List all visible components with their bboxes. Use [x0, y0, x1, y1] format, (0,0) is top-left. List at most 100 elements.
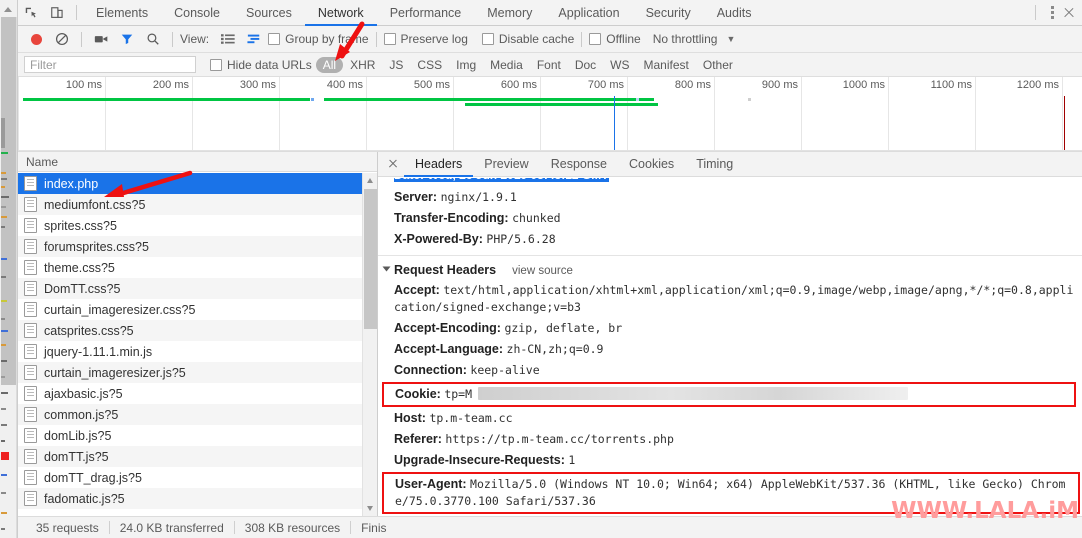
page-scrollbar[interactable] [0, 0, 17, 538]
type-filter-other[interactable]: Other [696, 57, 740, 73]
close-detail-icon[interactable] [382, 153, 404, 175]
request-row[interactable]: catsprites.css?5 [18, 320, 377, 341]
type-filter-font[interactable]: Font [530, 57, 568, 73]
kebab-menu-icon[interactable] [1044, 4, 1060, 22]
request-row[interactable]: sprites.css?5 [18, 215, 377, 236]
tab-security[interactable]: Security [633, 0, 704, 26]
group-by-frame-box[interactable] [268, 33, 281, 45]
tabbar-right-controls [1027, 0, 1082, 26]
scroll-up-arrow-icon[interactable] [363, 173, 378, 188]
network-split: Name index.php mediumfont.css?5 sprites.… [18, 152, 1082, 516]
list-view-icon[interactable] [216, 28, 240, 50]
tab-response[interactable]: Response [540, 152, 618, 177]
overview-tick-200ms: 200 ms [152, 79, 189, 91]
type-filter-img[interactable]: Img [449, 57, 483, 73]
detail-tabbar: Headers Preview Response Cookies Timing [378, 152, 1082, 177]
request-row[interactable]: mediumfont.css?5 [18, 194, 377, 215]
request-row[interactable]: curtain_imageresizer.css?5 [18, 299, 377, 320]
type-filter-doc[interactable]: Doc [568, 57, 603, 73]
request-name: curtain_imageresizer.css?5 [44, 302, 196, 317]
request-row[interactable]: ajaxbasic.js?5 [18, 383, 377, 404]
request-row-index-php[interactable]: index.php [18, 173, 377, 194]
disable-cache-box[interactable] [481, 33, 494, 45]
overview-tick-700ms: 700 ms [587, 79, 624, 91]
type-filter-all[interactable]: All [315, 56, 344, 73]
tab-timing[interactable]: Timing [685, 152, 744, 177]
filter-input[interactable] [24, 56, 196, 73]
request-row[interactable]: theme.css?5 [18, 257, 377, 278]
request-list-scrollbar[interactable] [362, 173, 377, 516]
clear-button[interactable] [50, 28, 74, 50]
type-filter-ws[interactable]: WS [603, 57, 636, 73]
search-icon[interactable] [141, 28, 165, 50]
load-event-marker [1064, 96, 1065, 151]
request-row[interactable]: common.js?5 [18, 404, 377, 425]
request-detail-pane: Headers Preview Response Cookies Timing … [378, 152, 1082, 516]
request-row[interactable]: fadomatic.js?5 [18, 488, 377, 509]
header-key: Host: [394, 411, 426, 425]
tab-preview[interactable]: Preview [473, 152, 539, 177]
devtools-panel: Elements Console Sources Network Perform… [17, 0, 1082, 538]
tab-cookies[interactable]: Cookies [618, 152, 685, 177]
group-by-frame-checkbox[interactable]: Group by frame [268, 32, 369, 46]
waterfall-view-icon[interactable] [242, 28, 266, 50]
request-row[interactable]: jquery-1.11.1.min.js [18, 341, 377, 362]
tab-headers[interactable]: Headers [404, 152, 474, 177]
request-headers-section[interactable]: Request Headers view source [378, 260, 1082, 280]
filter-funnel-icon[interactable] [115, 28, 139, 50]
header-key: Referer: [394, 432, 442, 446]
overview-bar-2 [324, 98, 654, 101]
offline-box[interactable] [589, 33, 602, 45]
hide-data-urls-box[interactable] [210, 58, 222, 71]
offline-checkbox[interactable]: Offline [589, 32, 641, 46]
request-row[interactable]: domTT_drag.js?5 [18, 467, 377, 488]
type-filter-xhr[interactable]: XHR [343, 57, 382, 73]
tab-network[interactable]: Network [304, 0, 377, 26]
chevron-down-icon[interactable] [382, 266, 391, 272]
request-list-header[interactable]: Name [18, 152, 377, 172]
request-rows[interactable]: index.php mediumfont.css?5 sprites.css?5… [18, 173, 377, 516]
request-list-pane: Name index.php mediumfont.css?5 sprites.… [18, 152, 378, 516]
preserve-log-checkbox[interactable]: Preserve log [383, 32, 468, 46]
network-filter-bar: Hide data URLs All XHR JS CSS Img Media … [18, 53, 1082, 77]
tab-sources[interactable]: Sources [233, 0, 305, 26]
close-icon[interactable] [1060, 4, 1078, 22]
header-value: tp.m-team.cc [429, 411, 513, 425]
headers-content[interactable]: Date: Wed, 26 Jun 2019 03:43:12 GMT Serv… [378, 178, 1082, 516]
hide-data-urls-checkbox[interactable]: Hide data URLs [210, 58, 312, 72]
disable-cache-checkbox[interactable]: Disable cache [481, 32, 574, 46]
file-icon [24, 344, 37, 359]
scroll-down-arrow-icon[interactable] [363, 501, 378, 516]
header-value: Mozilla/5.0 (Windows NT 10.0; Win64; x64… [395, 477, 1066, 508]
type-filter-css[interactable]: CSS [410, 57, 449, 73]
status-finish: Finis [361, 520, 387, 535]
tab-console[interactable]: Console [161, 0, 233, 26]
type-filter-js[interactable]: JS [382, 57, 410, 73]
request-row[interactable]: DomTT.css?5 [18, 278, 377, 299]
network-overview[interactable]: 100 ms 200 ms 300 ms 400 ms 500 ms 600 m… [18, 77, 1082, 152]
request-row[interactable]: domLib.js?5 [18, 425, 377, 446]
preserve-log-box[interactable] [383, 33, 396, 45]
request-list-scroll-thumb[interactable] [364, 189, 377, 329]
inspect-element-icon[interactable] [18, 1, 44, 25]
overview-tick-1100ms: 1100 ms [930, 79, 972, 91]
tab-audits[interactable]: Audits [704, 0, 765, 26]
overview-tick-1200ms: 1200 ms [1016, 79, 1059, 91]
screenshot-camera-icon[interactable] [89, 28, 113, 50]
throttling-select[interactable]: No throttling ▼ [653, 32, 736, 46]
type-filter-manifest[interactable]: Manifest [637, 57, 696, 73]
file-icon [24, 491, 37, 506]
request-row[interactable]: domTT.js?5 [18, 446, 377, 467]
header-value: nginx/1.9.1 [440, 190, 517, 204]
tab-application[interactable]: Application [545, 0, 632, 26]
file-icon [24, 386, 37, 401]
tab-elements[interactable]: Elements [83, 0, 161, 26]
request-row[interactable]: forumsprites.css?5 [18, 236, 377, 257]
view-source-link[interactable]: view source [512, 265, 573, 277]
tab-performance[interactable]: Performance [377, 0, 475, 26]
request-row[interactable]: curtain_imageresizer.js?5 [18, 362, 377, 383]
tab-memory[interactable]: Memory [474, 0, 545, 26]
type-filter-media[interactable]: Media [483, 57, 530, 73]
device-toolbar-icon[interactable] [44, 1, 70, 25]
record-button[interactable] [24, 28, 48, 50]
